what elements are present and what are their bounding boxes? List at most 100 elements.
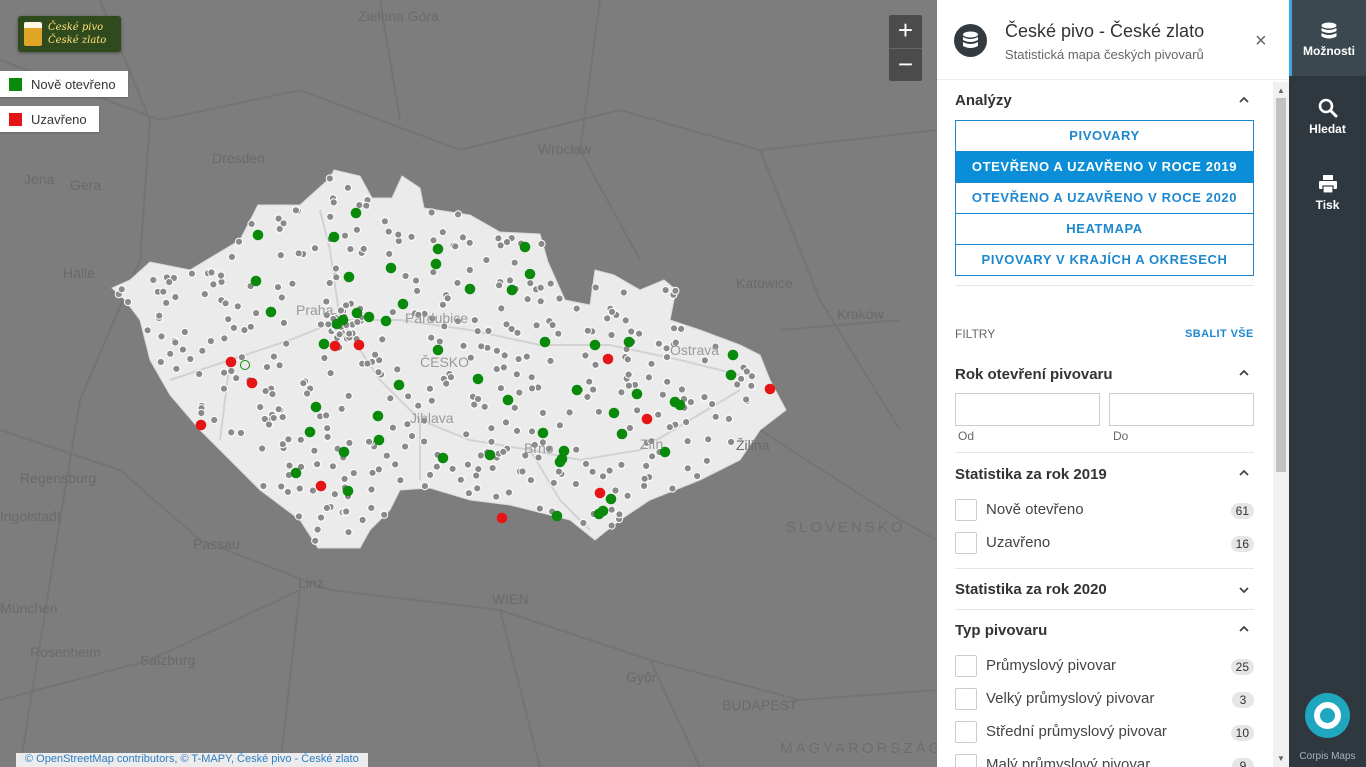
opened-brewery-marker[interactable] xyxy=(397,298,409,310)
brewery-point[interactable] xyxy=(522,352,531,361)
brewery-point[interactable] xyxy=(262,363,272,372)
brewery-point[interactable] xyxy=(438,228,447,237)
type-medium-row[interactable]: Střední průmyslový pivovar 10 xyxy=(955,720,1254,744)
brewery-point[interactable] xyxy=(388,308,397,317)
brewery-point[interactable] xyxy=(296,435,305,444)
brewery-point[interactable] xyxy=(648,452,657,461)
opened-brewery-marker[interactable] xyxy=(674,399,686,411)
brewery-point[interactable] xyxy=(180,327,189,337)
opened-brewery-marker[interactable] xyxy=(290,467,302,479)
brewery-point[interactable] xyxy=(233,302,242,311)
brewery-point[interactable] xyxy=(627,327,636,336)
chevron-up-icon[interactable] xyxy=(1238,94,1250,106)
brewery-point[interactable] xyxy=(326,212,335,221)
brewery-point[interactable] xyxy=(535,504,544,513)
brewery-point[interactable] xyxy=(329,198,338,207)
brewery-point[interactable] xyxy=(579,518,588,528)
brewery-point[interactable] xyxy=(554,329,563,338)
brewery-point[interactable] xyxy=(555,421,565,430)
brewery-point[interactable] xyxy=(514,355,523,364)
brewery-point[interactable] xyxy=(532,321,541,330)
brewery-point[interactable] xyxy=(654,410,663,419)
brewery-point[interactable] xyxy=(283,487,292,496)
brewery-point[interactable] xyxy=(492,365,501,374)
brewery-point[interactable] xyxy=(492,492,501,501)
close-icon[interactable]: × xyxy=(1255,30,1267,53)
brewery-point[interactable] xyxy=(384,227,393,236)
brewery-point[interactable] xyxy=(407,232,416,241)
opened-brewery-marker[interactable] xyxy=(484,449,496,461)
brewery-point[interactable] xyxy=(325,174,334,183)
brewery-point[interactable] xyxy=(583,326,592,335)
brewery-point[interactable] xyxy=(310,446,319,455)
brewery-point[interactable] xyxy=(411,276,421,285)
checkbox[interactable] xyxy=(955,655,977,677)
brewery-point[interactable] xyxy=(385,249,394,258)
brewery-point[interactable] xyxy=(269,352,278,361)
scroll-up-icon[interactable]: ▲ xyxy=(1277,86,1285,95)
brewery-point[interactable] xyxy=(462,430,471,439)
brewery-point[interactable] xyxy=(322,411,331,420)
brewery-point[interactable] xyxy=(299,379,308,388)
opened-brewery-marker[interactable] xyxy=(506,284,518,296)
brewery-point[interactable] xyxy=(742,395,751,404)
opened-brewery-marker[interactable] xyxy=(310,401,322,413)
checkbox[interactable] xyxy=(955,754,977,767)
brewery-point[interactable] xyxy=(227,366,236,376)
brewery-point[interactable] xyxy=(274,405,283,414)
checkbox[interactable] xyxy=(955,532,977,554)
brewery-point[interactable] xyxy=(523,295,532,304)
brewery-point[interactable] xyxy=(663,377,672,386)
brewery-point[interactable] xyxy=(186,354,195,364)
brewery-point[interactable] xyxy=(615,510,624,519)
brewery-point[interactable] xyxy=(353,318,362,327)
brewery-point[interactable] xyxy=(477,342,486,351)
brewery-point[interactable] xyxy=(669,324,679,333)
brewery-point[interactable] xyxy=(607,521,616,530)
opened-brewery-marker[interactable] xyxy=(350,207,362,219)
zoom-out-button[interactable]: − xyxy=(889,48,922,81)
panel-scrollbar[interactable]: ▲ ▼ xyxy=(1273,82,1289,767)
brewery-point[interactable] xyxy=(474,394,483,404)
brewery-point[interactable] xyxy=(538,408,548,417)
brewery-point[interactable] xyxy=(546,279,555,288)
app-logo[interactable]: České pivo České zlato xyxy=(18,16,121,52)
collapse-all-link[interactable]: SBALIT VŠE xyxy=(1185,328,1254,340)
opened-brewery-marker[interactable] xyxy=(385,262,397,274)
brewery-point[interactable] xyxy=(515,388,524,397)
brewery-point[interactable] xyxy=(432,462,441,471)
brewery-point[interactable] xyxy=(585,377,594,386)
brewery-point[interactable] xyxy=(571,479,581,489)
closed-brewery-marker[interactable] xyxy=(329,340,341,352)
brewery-point[interactable] xyxy=(603,314,612,323)
brewery-point[interactable] xyxy=(340,231,350,240)
brewery-point[interactable] xyxy=(456,475,465,484)
brewery-point[interactable] xyxy=(625,423,635,433)
brewery-point[interactable] xyxy=(374,368,383,377)
brewery-point[interactable] xyxy=(724,414,734,423)
stats2020-title[interactable]: Statistika za rok 2020 xyxy=(955,581,1107,598)
closed-brewery-marker[interactable] xyxy=(225,356,237,368)
brewery-point[interactable] xyxy=(588,467,597,476)
opened-brewery-marker[interactable] xyxy=(318,338,330,350)
brewery-point[interactable] xyxy=(617,388,626,397)
brewery-point[interactable] xyxy=(268,390,277,399)
closed-brewery-marker[interactable] xyxy=(195,419,207,431)
chevron-up-icon[interactable] xyxy=(1238,467,1250,479)
brewery-point[interactable] xyxy=(505,276,515,285)
brewery-point[interactable] xyxy=(446,373,456,382)
brewery-point[interactable] xyxy=(502,238,512,247)
chevron-down-icon[interactable] xyxy=(1238,584,1250,596)
brewery-point[interactable] xyxy=(227,252,236,261)
brewery-point[interactable] xyxy=(598,472,608,481)
brewery-point[interactable] xyxy=(258,444,267,453)
brewery-point[interactable] xyxy=(496,384,505,393)
closed-brewery-marker[interactable] xyxy=(353,339,365,351)
brewery-point[interactable] xyxy=(581,459,591,468)
brewery-point[interactable] xyxy=(526,476,536,485)
brewery-point[interactable] xyxy=(464,489,473,498)
brewery-point[interactable] xyxy=(644,373,654,382)
brewery-point[interactable] xyxy=(159,287,168,296)
brewery-point[interactable] xyxy=(229,323,238,332)
opened-brewery-marker[interactable] xyxy=(725,369,737,381)
